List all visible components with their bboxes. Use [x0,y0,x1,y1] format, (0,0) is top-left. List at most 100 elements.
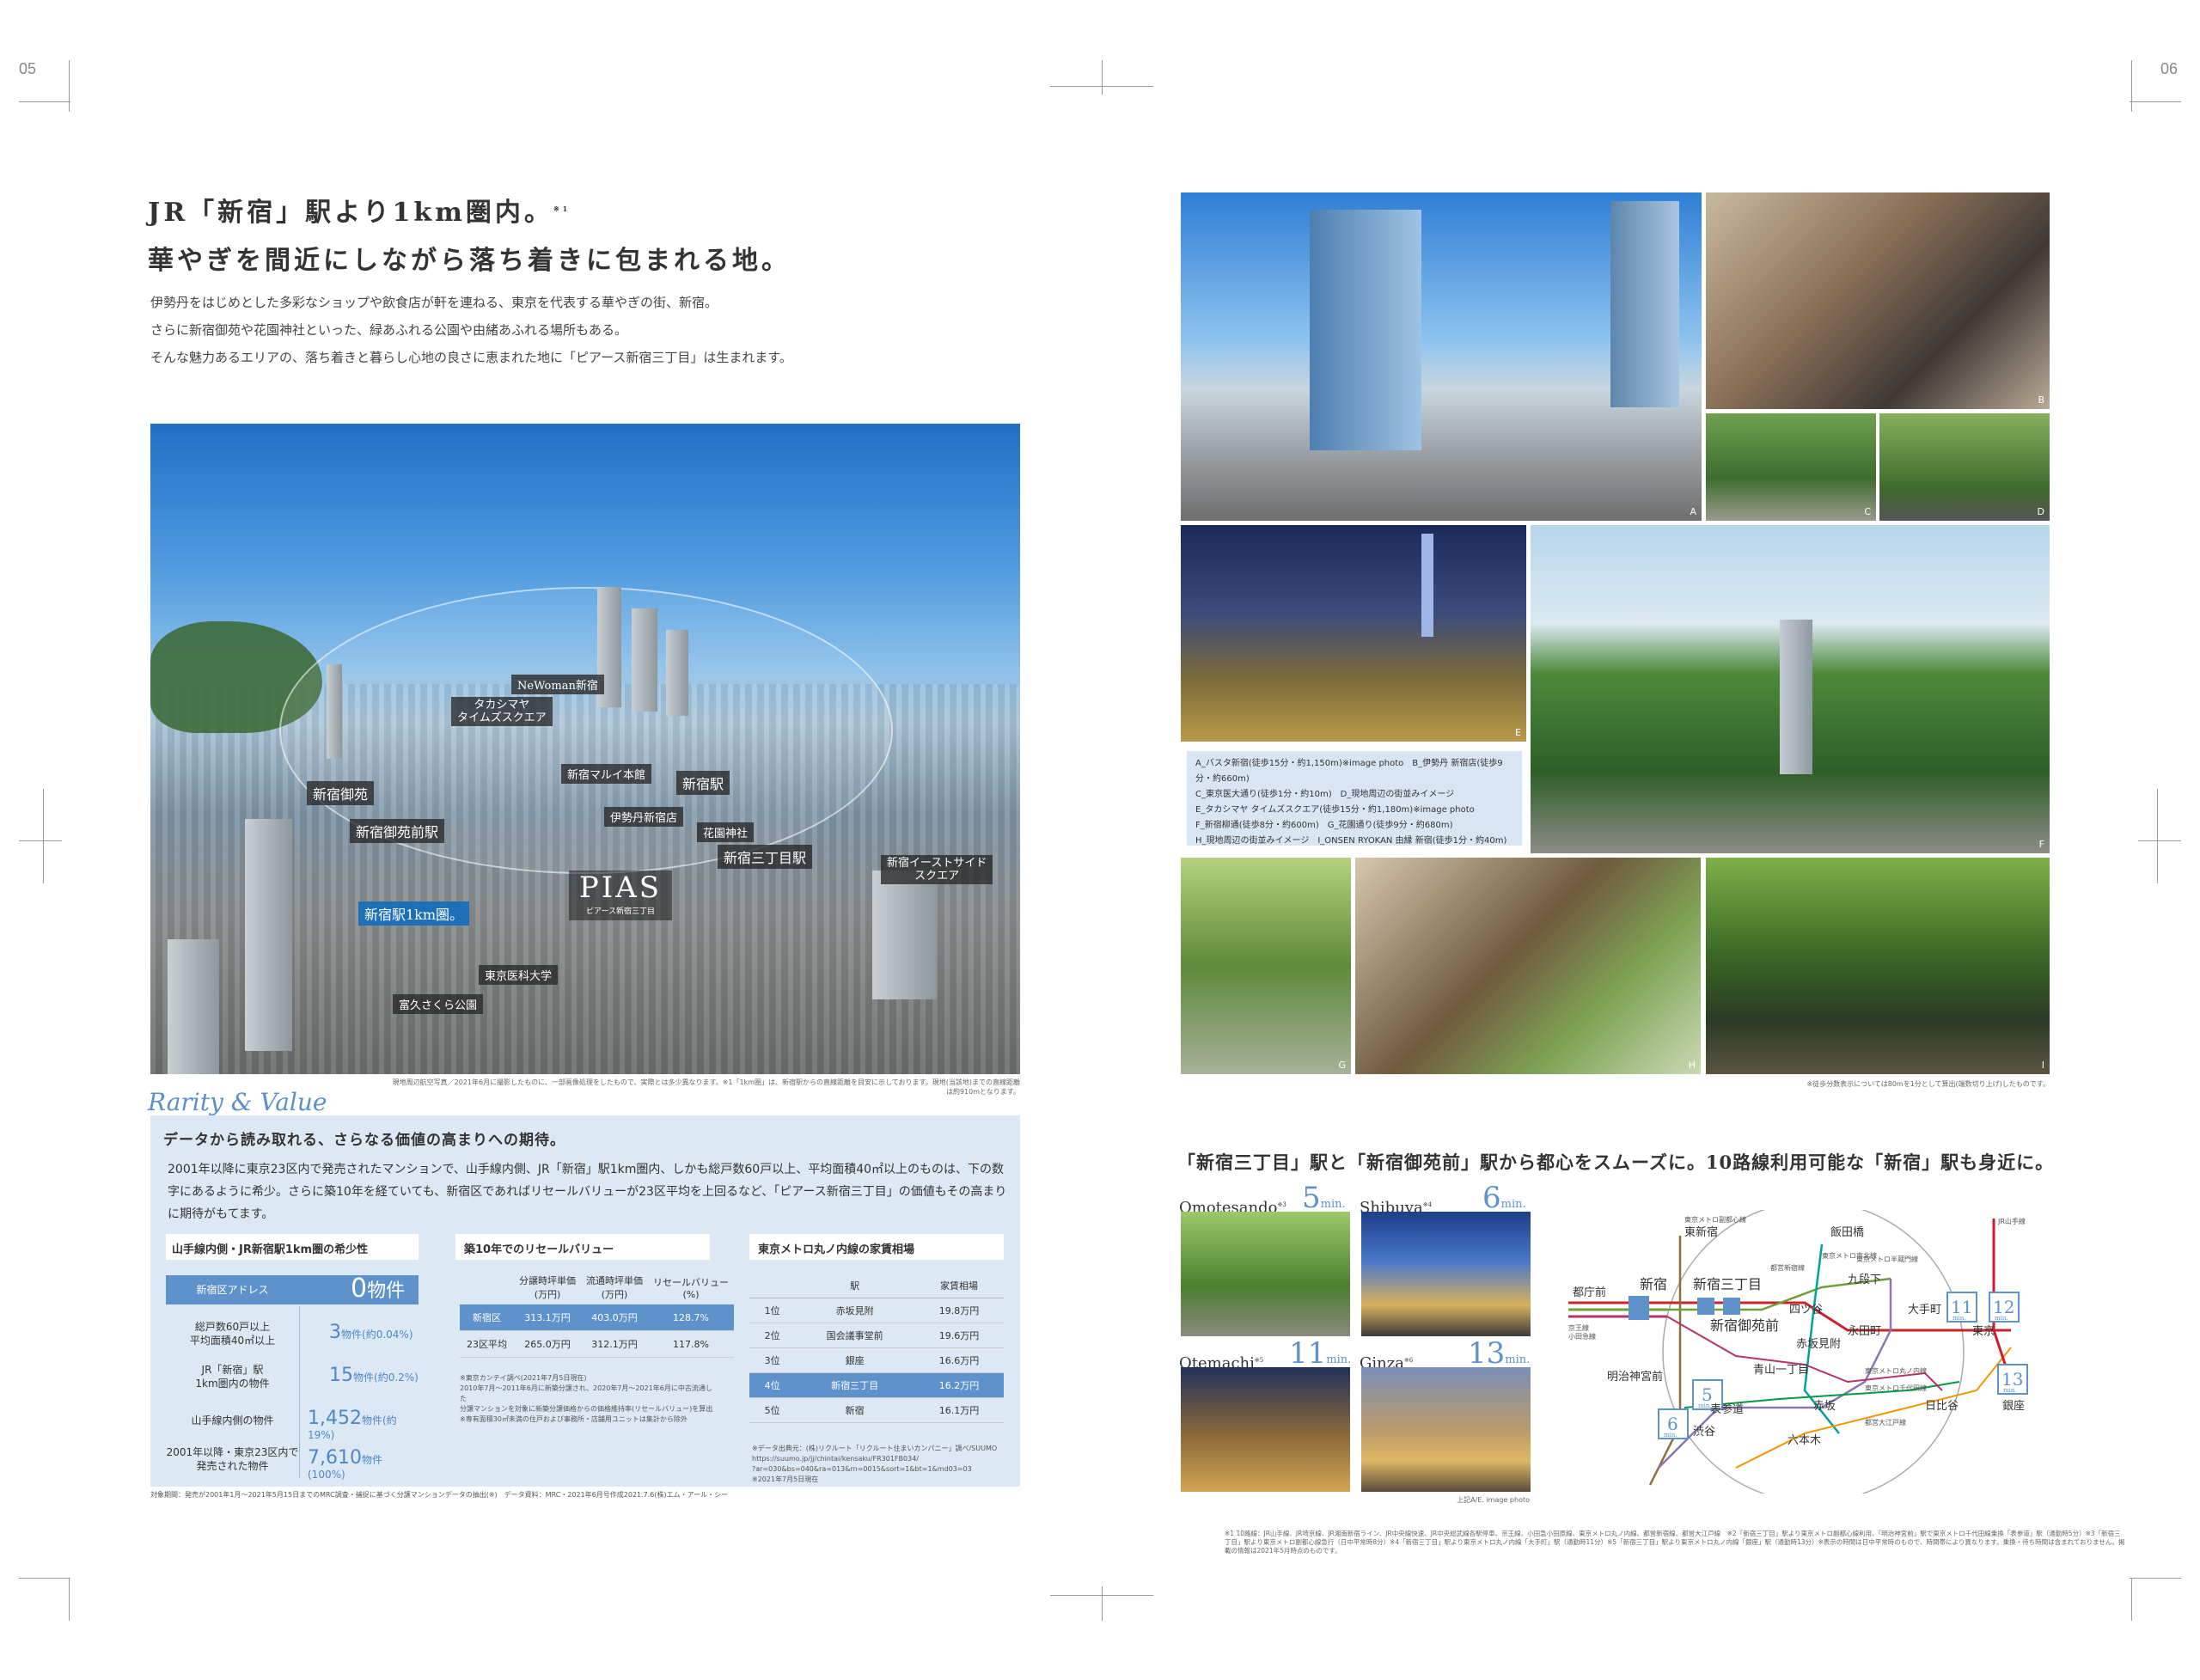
table-cell: 新宿区 [460,1304,514,1331]
table-cell: 19.8万円 [914,1298,1004,1323]
map-label: 六本木 [1788,1434,1821,1447]
photo-docomo-tower [1421,534,1433,637]
crop-mark [69,1578,70,1621]
rarity-box2-title: 築10年でのリセールバリュー [464,1243,614,1256]
map-min-unit: min. [1664,1432,1678,1439]
table-cell: 23区平均 [460,1330,514,1358]
access-footnote: ※1 10路線：JR山手線、JR埼京線、JR湘南新宿ライン、JR中央線快速、JR… [1225,1530,2125,1555]
dest-photo-omotesando [1181,1212,1350,1336]
table-header-cell [749,1274,796,1298]
legend-line: H_現地周辺の街並みイメージ I_ONSEN RYOKAN 由縁 新宿(徒歩1分… [1195,836,1507,846]
intro-line: 伊勢丹をはじめとした多彩なショップや飲食店が軒を連ねる、東京を代表する華やぎの街… [150,295,718,310]
photo-building [1610,201,1679,407]
table-cell: 銀座 [795,1347,914,1373]
label-eastside-square: 新宿イーストサイド スクエア [881,855,993,884]
box1-row-label: 2001年以降・東京23区内で 発売された物件 [166,1446,299,1472]
map-label: 青山一丁目 [1753,1364,1809,1377]
map-min-unit: min. [1952,1315,1966,1322]
map-label: 四ツ谷 [1789,1304,1823,1317]
aerial-tower [666,630,688,716]
map-min-unit: min. [1995,1315,2008,1322]
crop-mark [19,840,62,841]
map-min-unit: min. [1698,1402,1712,1409]
label-gyoenmae-station: 新宿御苑前駅 [350,819,445,843]
map-line-label: JR山手線 [1997,1217,2026,1225]
photo-e-takashimaya: E [1181,525,1526,742]
headline-note-mark: ※1 [553,205,571,213]
dest-min-otemachi: 11min. [1289,1336,1352,1371]
table-cell: 19.6万円 [914,1323,1004,1348]
crop-mark [19,101,70,102]
crop-mark [69,60,70,112]
aerial-tower [632,608,657,712]
route-map: 東新宿 飯田橋 新宿 新宿三丁目 新宿御苑前 都庁前 四ツ谷 九段下 大手町 永… [1568,1210,2028,1494]
table-row: 4位 新宿三丁目 16.2万円 [749,1372,1004,1398]
dest-min-omotesando: 5min. [1302,1181,1346,1215]
map-label: 新宿三丁目 [1693,1276,1762,1292]
table-row: 1位 赤坂見附 19.8万円 [749,1298,1004,1323]
dest-photo-shibuya [1361,1212,1531,1336]
dest-min-shibuya: 6min. [1482,1181,1526,1215]
crop-mark [2138,840,2181,841]
intro-line: そんな魅力あるエリアの、落ち着きと暮らし心地の良さに恵まれた地に「ピアース新宿三… [150,350,792,365]
map-label: 明治神宮前 [1607,1370,1663,1384]
map-label: 銀座 [2002,1400,2025,1413]
table-row: 5位 新宿 16.1万円 [749,1397,1004,1423]
crop-mark [1102,1586,1103,1621]
table-header-cell: リセールバリュー (%) [653,1276,729,1300]
box1-row: JR「新宿」駅 1km圏内の物件 15物件(約0.2%) [166,1363,419,1394]
photo-docomo-tower [1780,620,1812,774]
map-station-sanchome [1697,1298,1714,1315]
crop-mark [2130,101,2181,102]
rarity-body: 2001年以降に東京23区内で発売されたマンションで、山手線内側、JR「新宿」駅… [168,1163,1007,1221]
rarity-box1-title: 山手線内側・JR新宿駅1km圏の希少性 [172,1243,369,1256]
box1-row: 山手線内側の物件 1,452物件(約19%) [166,1408,419,1441]
box1-row-value: 0物件 [351,1274,406,1304]
table-cell: 16.2万円 [914,1372,1004,1398]
map-label: 赤坂 [1813,1400,1836,1413]
table-cell: 2位 [749,1323,796,1348]
label-newoman: NeWoman新宿 [511,675,604,694]
table-cell: 3位 [749,1347,796,1373]
table-row: 23区平均 265.0万円 312.1万円 117.8% [460,1330,734,1358]
aerial-tower [168,939,219,1074]
table-cell: 313.1万円 [514,1304,581,1331]
label-shinjuku-gyoen: 新宿御苑 [307,781,375,805]
label-sanchome-station: 新宿三丁目駅 [718,845,813,869]
photo-a-busta: A [1181,192,1702,521]
label-1km-area: 新宿駅1km圏。 [358,901,470,926]
label-park: 富久さくら公園 [393,994,484,1014]
legend-line: C_東京医大通り(徒歩1分・約10m) D_現地周辺の街並みイメージ [1195,790,1455,799]
table-cell: 1位 [749,1298,796,1323]
map-station-shinjuku [1629,1296,1649,1320]
table-cell: 16.6万円 [914,1347,1004,1373]
photo-letter: F [2038,839,2044,850]
box1-row-value: 1,452物件(約19%) [308,1408,397,1441]
map-label: 都庁前 [1573,1286,1606,1299]
box1-row-label: 総戸数60戸以上 平均面積40㎡以上 [189,1321,276,1347]
box1-row-value: 7,610物件(100%) [308,1447,382,1481]
headline: JR「新宿」駅より1km圏内。※1 華やぎを間近にしながら落ち着きに包まれる地。 [148,185,791,285]
map-label: 表参道 [1710,1402,1744,1416]
crop-mark [19,1578,70,1579]
rarity-title: Rarity & Value [148,1088,327,1116]
label-shinjuku-station: 新宿駅 [676,771,730,795]
photo-b-isetan: B [1706,192,2050,409]
table-cell: 新宿 [795,1397,914,1423]
crop-mark [2131,60,2132,112]
photo-letter: C [1864,506,1871,517]
photo-h-cafe: H [1355,858,1701,1074]
dest-photo-ginza [1361,1367,1531,1492]
table-cell: 5位 [749,1397,796,1423]
aerial-photo: NeWoman新宿 タカシマヤ タイムズスクエア 新宿マルイ本館 新宿駅 新宿御… [150,424,1020,1074]
crop-mark [2130,1578,2181,1579]
map-line-label: 東京メトロ丸ノ内線 [1865,1366,1927,1375]
crop-mark [2131,1578,2132,1621]
map-label: 赤坂見附 [1796,1338,1841,1351]
table-cell: 新宿三丁目 [795,1372,914,1398]
map-line-label: 都営大江戸線 [1865,1418,1906,1426]
box1-row-label: 山手線内側の物件 [191,1414,274,1426]
legend-line: F_新宿柳通(徒歩8分・約600m) G_花園通り(徒歩9分・約680m) [1195,821,1453,830]
page-number-left: 05 [19,60,37,77]
table-cell: 国会議事堂前 [795,1323,914,1348]
